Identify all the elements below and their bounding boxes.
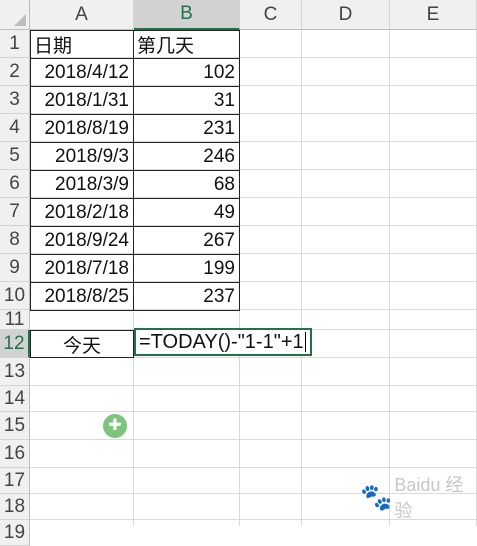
row-header-6[interactable]: 6 [0, 170, 30, 198]
cell-b10[interactable]: 237 [133, 282, 240, 311]
formula-text[interactable]: =TODAY()-"1-1"+1 [139, 331, 304, 354]
cell-b3[interactable]: 31 [133, 86, 240, 115]
column-header-a[interactable]: A [30, 0, 134, 30]
row-header-18[interactable]: 18 [0, 494, 30, 520]
grid-col-line [301, 30, 302, 526]
cell-a7[interactable]: 2018/2/18 [30, 198, 134, 227]
spreadsheet-grid[interactable]: A B C D E 1 2 3 4 5 6 7 8 9 10 11 12 13 … [0, 0, 477, 546]
cell-a3[interactable]: 2018/1/31 [30, 86, 134, 115]
row-header-3[interactable]: 3 [0, 86, 30, 114]
cell-a4[interactable]: 2018/8/19 [30, 114, 134, 143]
cell-b8[interactable]: 267 [133, 226, 240, 255]
row-header-15[interactable]: 15 [0, 412, 30, 440]
column-header-e[interactable]: E [390, 0, 477, 30]
row-header-10[interactable]: 10 [0, 282, 30, 310]
row-header-7[interactable]: 7 [0, 198, 30, 226]
cell-a8[interactable]: 2018/9/24 [30, 226, 134, 255]
row-header-12[interactable]: 12 [0, 330, 30, 358]
baidu-watermark: 🐾 Baidu 经验 [360, 472, 472, 522]
mouse-cursor-plus-icon: ✚ [103, 414, 127, 438]
row-header-8[interactable]: 8 [0, 226, 30, 254]
column-header-b[interactable]: B [134, 0, 240, 30]
row-header-2[interactable]: 2 [0, 58, 30, 86]
column-header-c[interactable]: C [240, 0, 302, 30]
cell-b12-editor[interactable]: =TODAY()-"1-1"+1 [134, 328, 312, 356]
cell-a5[interactable]: 2018/9/3 [30, 142, 134, 171]
watermark-text: Baidu 经验 [394, 475, 464, 521]
cell-b7[interactable]: 49 [133, 198, 240, 227]
row-header-5[interactable]: 5 [0, 142, 30, 170]
row-header-19[interactable]: 19 [0, 520, 30, 546]
grid-col-line [389, 30, 390, 526]
column-header-d[interactable]: D [302, 0, 390, 30]
cell-b5[interactable]: 246 [133, 142, 240, 171]
row-header-4[interactable]: 4 [0, 114, 30, 142]
cell-a9[interactable]: 2018/7/18 [30, 254, 134, 283]
cell-b4[interactable]: 231 [133, 114, 240, 143]
text-caret [304, 332, 306, 352]
cell-b9[interactable]: 199 [133, 254, 240, 283]
row-header-13[interactable]: 13 [0, 358, 30, 386]
paw-icon: 🐾 [360, 481, 393, 512]
row-header-16[interactable]: 16 [0, 440, 30, 468]
row-header-11[interactable]: 11 [0, 309, 30, 330]
cell-a1[interactable]: 日期 [30, 30, 134, 59]
cell-a6[interactable]: 2018/3/9 [30, 170, 134, 199]
select-all-corner[interactable] [0, 0, 30, 30]
row-header-9[interactable]: 9 [0, 254, 30, 282]
row-header-17[interactable]: 17 [0, 468, 30, 494]
cell-b2[interactable]: 102 [133, 58, 240, 87]
grid-row-line [30, 411, 477, 412]
cell-a2[interactable]: 2018/4/12 [30, 58, 134, 87]
row-header-1[interactable]: 1 [0, 30, 30, 58]
cell-a12[interactable]: 今天 [30, 330, 134, 358]
grid-row-line [30, 385, 477, 386]
grid-row-line [30, 467, 477, 468]
row-header-14[interactable]: 14 [0, 386, 30, 412]
cell-a10[interactable]: 2018/8/25 [30, 282, 134, 311]
cell-b6[interactable]: 68 [133, 170, 240, 199]
cell-b1[interactable]: 第几天 [133, 30, 240, 59]
grid-row-line [30, 439, 477, 440]
